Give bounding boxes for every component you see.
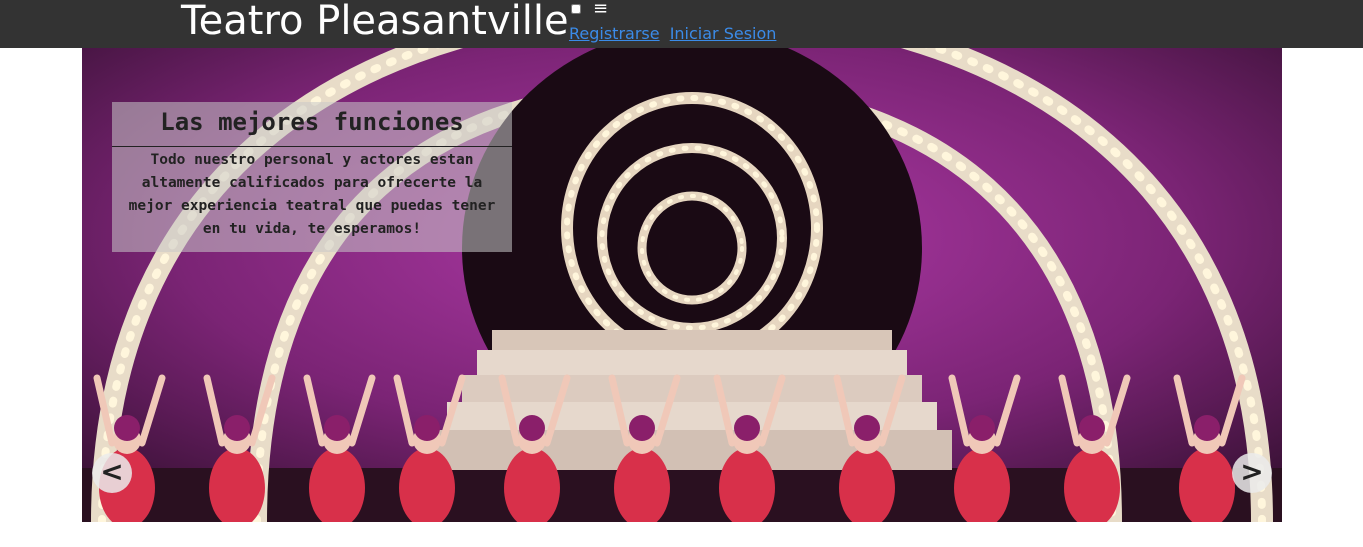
caption-text: Todo nuestro personal y actores estan al… xyxy=(128,152,496,237)
register-link[interactable]: Registrarse xyxy=(569,24,660,43)
hamburger-icon[interactable]: ≡ xyxy=(593,0,608,21)
hero-slider: Las mejores funciones Todo nuestro perso… xyxy=(82,48,1282,522)
top-navbar: Teatro Pleasantville ≡ Registrarse Inici… xyxy=(0,0,1363,48)
menu-toggle-checkbox[interactable] xyxy=(571,4,581,14)
login-link[interactable]: Iniciar Sesion xyxy=(670,24,777,43)
caption-title: Las mejores funciones xyxy=(112,102,512,147)
slider-next-button[interactable]: > xyxy=(1232,453,1272,493)
slide-caption: Las mejores funciones Todo nuestro perso… xyxy=(112,102,512,252)
site-title: Teatro Pleasantville xyxy=(181,0,569,44)
auth-links: Registrarse Iniciar Sesion xyxy=(569,24,776,44)
slider-prev-button[interactable]: < xyxy=(92,453,132,493)
